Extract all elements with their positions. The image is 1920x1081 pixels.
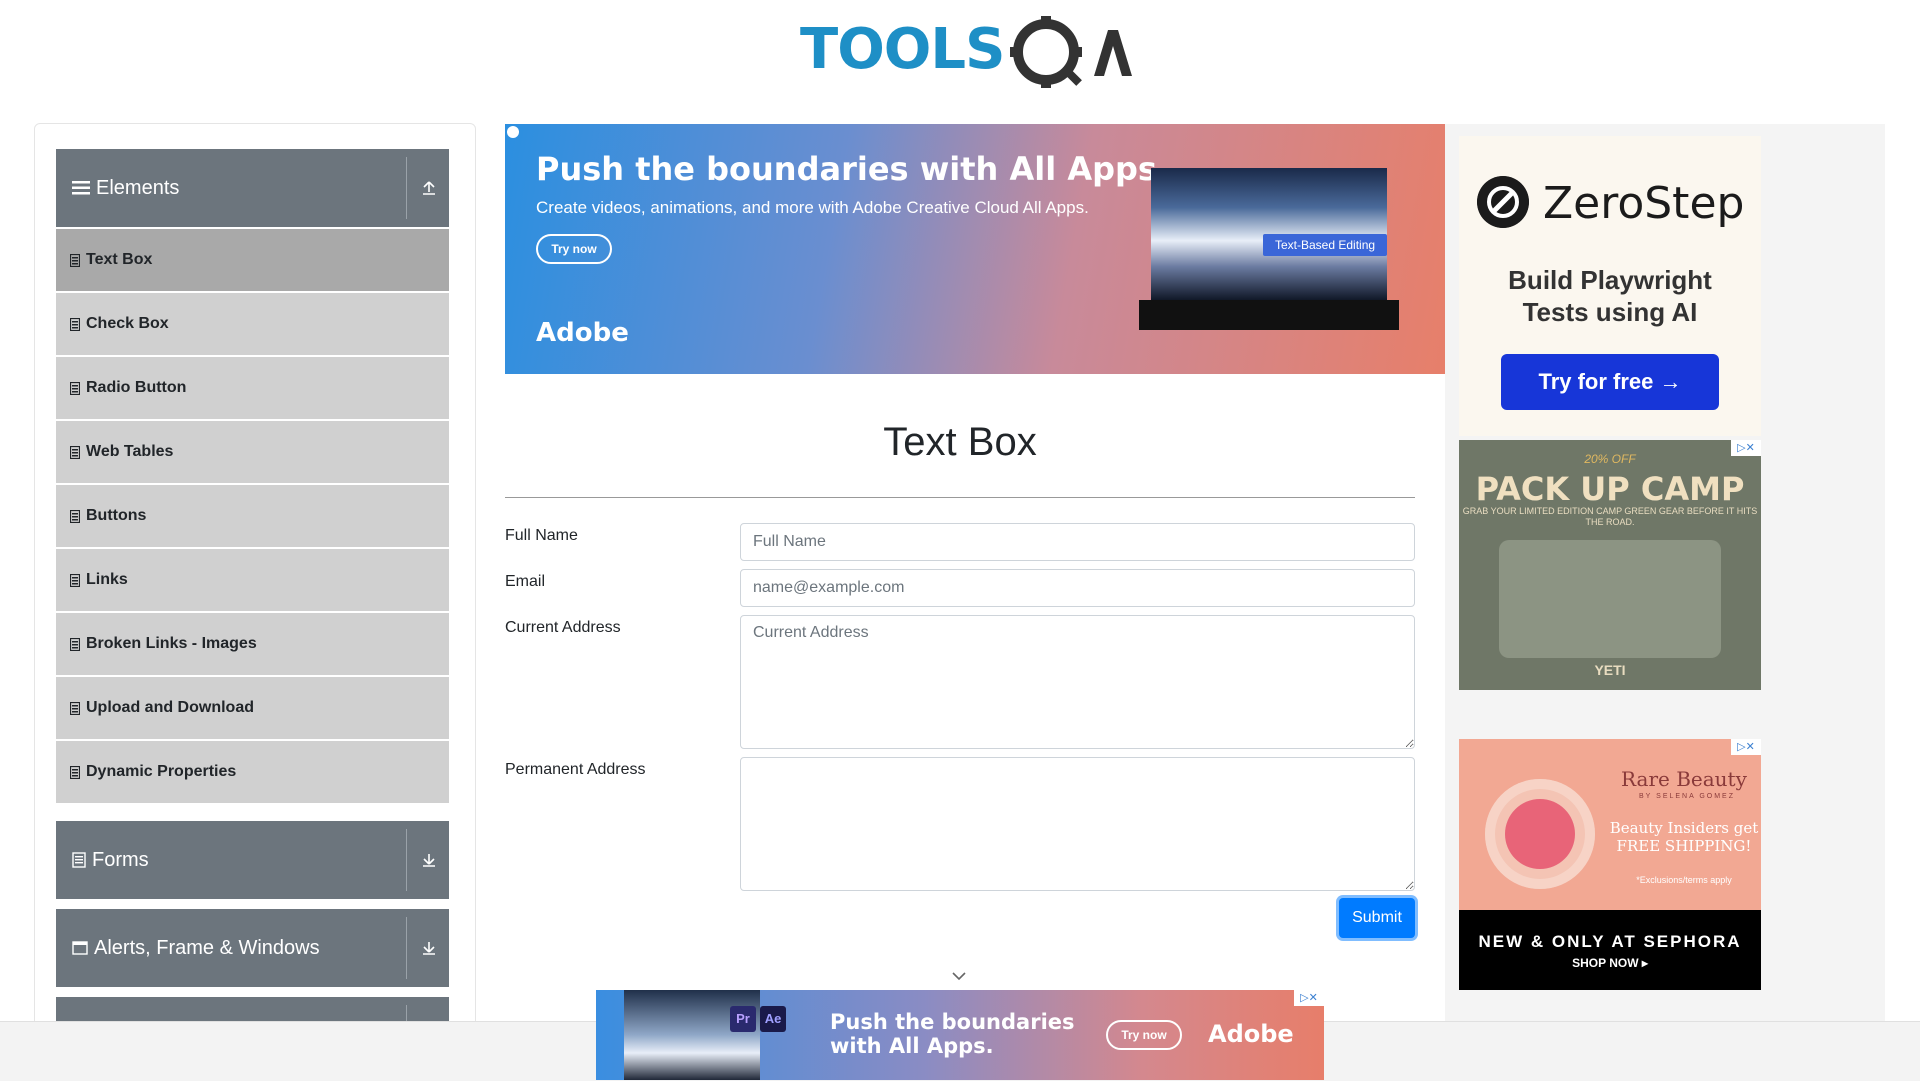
list-icon: [70, 253, 80, 267]
logo-tools-text: TOOLS: [800, 17, 1005, 82]
menu-item-links[interactable]: Links: [56, 549, 449, 611]
blush-image: [1505, 799, 1575, 869]
divider: [406, 829, 407, 891]
menu-item-broken-links[interactable]: Broken Links - Images: [56, 613, 449, 675]
window-icon: [72, 941, 88, 955]
adobe-logo: Adobe: [1208, 1020, 1294, 1048]
menu-item-buttons[interactable]: Buttons: [56, 485, 449, 547]
ad-headline: Push the boundaries with All Apps.: [536, 150, 1170, 188]
divider: [406, 917, 407, 979]
sephora-copy: Beauty Insiders get FREE SHIPPING!: [1609, 819, 1759, 855]
adobe-bottom-ad[interactable]: ▷✕ Pr Ae Push the boundaries with All Ap…: [596, 990, 1324, 1080]
full-name-label: Full Name: [505, 527, 578, 544]
expand-arrow-icon[interactable]: [417, 848, 441, 872]
menu-item-label: Dynamic Properties: [86, 763, 237, 780]
ad-subline: Create videos, animations, and more with…: [536, 198, 1089, 217]
title-divider: [505, 497, 1415, 498]
menu-item-web-tables[interactable]: Web Tables: [56, 421, 449, 483]
list-icon: [70, 573, 80, 587]
form-icon: [72, 852, 86, 868]
menu-item-dynamic-properties[interactable]: Dynamic Properties: [56, 741, 449, 803]
menu-item-text-box[interactable]: Text Box: [56, 229, 449, 291]
logo-qa-gear-icon: [1010, 16, 1132, 88]
hamburger-icon: [72, 181, 90, 195]
menu-item-label: Web Tables: [86, 443, 174, 460]
menu-item-check-box[interactable]: Check Box: [56, 293, 449, 355]
current-address-textarea[interactable]: [740, 615, 1415, 749]
permanent-address-label: Permanent Address: [505, 761, 646, 778]
zerostep-tagline: Build Playwright Tests using AI: [1508, 265, 1712, 327]
zerostep-cta-button[interactable]: Try for free →: [1501, 354, 1719, 410]
menu-item-radio-button[interactable]: Radio Button: [56, 357, 449, 419]
ad-video-timeline: [1139, 300, 1399, 330]
email-label: Email: [505, 573, 546, 590]
group-label: Alerts, Frame & Windows: [94, 936, 320, 959]
collapse-arrow-icon[interactable]: [417, 176, 441, 200]
yeti-brand: YETI: [1594, 662, 1626, 678]
expand-arrow-icon[interactable]: [417, 936, 441, 960]
menu-item-label: Radio Button: [86, 379, 187, 396]
ad-try-now-button[interactable]: Try now: [1106, 1020, 1182, 1050]
current-address-label: Current Address: [505, 619, 621, 636]
group-alerts-frame-windows[interactable]: Alerts, Frame & Windows: [56, 909, 449, 987]
premiere-icon: Pr: [730, 1006, 756, 1032]
list-icon: [70, 509, 80, 523]
menu-item-label: Check Box: [86, 315, 169, 332]
list-icon: [70, 765, 80, 779]
ad-try-now-button[interactable]: Try now: [536, 234, 612, 264]
list-icon: [70, 637, 80, 651]
left-panel: Elements Text Box Check Box Radio Button…: [34, 123, 476, 1065]
menu-item-label: Broken Links - Images: [86, 635, 257, 652]
permanent-address-textarea[interactable]: [740, 757, 1415, 891]
page-title: Text Box: [883, 420, 1037, 464]
menu-item-upload-download[interactable]: Upload and Download: [56, 677, 449, 739]
menu-item-label: Text Box: [86, 251, 153, 268]
after-effects-icon: Ae: [760, 1006, 786, 1032]
zerostep-name: ZeroStep: [1543, 178, 1745, 229]
yeti-subline: GRAB YOUR LIMITED EDITION CAMP GREEN GEA…: [1462, 506, 1758, 527]
adobe-logo: Adobe: [536, 318, 629, 348]
sephora-footer[interactable]: NEW & ONLY AT SEPHORA SHOP NOW ▸: [1459, 910, 1761, 990]
submit-button[interactable]: Submit: [1339, 898, 1415, 938]
sephora-shop-now[interactable]: SHOP NOW ▸: [1459, 956, 1761, 970]
list-icon: [70, 317, 80, 331]
list-icon: [70, 381, 80, 395]
rare-beauty-byline: BY SELENA GOMEZ: [1639, 793, 1736, 800]
group-forms[interactable]: Forms: [56, 821, 449, 899]
group-label: Forms: [92, 848, 149, 871]
ad-close-icon[interactable]: ▷✕: [1731, 739, 1761, 755]
menu-item-label: Buttons: [86, 507, 147, 524]
list-icon: [70, 445, 80, 459]
adobe-banner-ad[interactable]: Push the boundaries with All Apps. Creat…: [505, 124, 1445, 374]
divider: [406, 157, 407, 219]
full-name-input[interactable]: [740, 523, 1415, 561]
yeti-headline: PACK UP CAMP: [1475, 470, 1745, 508]
yeti-gear-image: [1499, 540, 1721, 658]
group-label: Elements: [96, 176, 180, 199]
sephora-exclusions: *Exclusions/terms apply: [1636, 875, 1732, 885]
yeti-promo: 20% OFF: [1584, 452, 1636, 466]
menu-item-label: Upload and Download: [86, 699, 254, 716]
toolsqa-logo[interactable]: TOOLS: [800, 16, 1132, 90]
sephora-ad[interactable]: ▷✕ Rare Beauty BY SELENA GOMEZ Beauty In…: [1459, 739, 1761, 990]
email-input[interactable]: [740, 569, 1415, 607]
sephora-footer-title: NEW & ONLY AT SEPHORA: [1478, 932, 1742, 951]
zerostep-logo-icon: [1477, 176, 1529, 228]
ad-video-thumbnail: [624, 990, 760, 1080]
adchoices-icon[interactable]: [507, 126, 519, 138]
ad-close-icon[interactable]: ▷✕: [1294, 990, 1324, 1006]
ad-headline: Push the boundaries with All Apps.: [830, 1010, 1075, 1058]
rare-beauty-brand: Rare Beauty: [1621, 767, 1747, 791]
chevron-down-icon[interactable]: [950, 970, 968, 982]
ad-feature-tag: Text-Based Editing: [1263, 234, 1388, 256]
list-icon: [70, 701, 80, 715]
menu-item-label: Links: [86, 571, 128, 588]
group-elements[interactable]: Elements: [56, 149, 449, 227]
zerostep-ad[interactable]: ZeroStep Build Playwright Tests using AI…: [1459, 136, 1761, 436]
yeti-ad[interactable]: ▷✕ 20% OFF PACK UP CAMP GRAB YOUR LIMITE…: [1459, 440, 1761, 690]
